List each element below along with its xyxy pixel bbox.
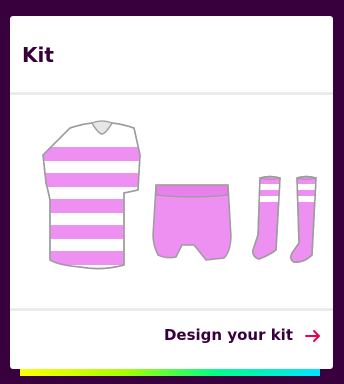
- shirt-graphic: [42, 120, 141, 270]
- card-header: Kit: [10, 16, 333, 92]
- design-your-kit-label: Design your kit: [163, 326, 293, 344]
- socks-graphic: [252, 175, 317, 263]
- gradient-accent-bar: [20, 369, 320, 376]
- card-footer: Design your kit: [10, 311, 333, 361]
- design-your-kit-link[interactable]: Design your kit: [164, 325, 321, 345]
- kit-preview: [10, 95, 333, 308]
- shorts-graphic: [152, 184, 232, 261]
- arrow-right-icon: [305, 328, 321, 342]
- kit-illustration: [42, 120, 317, 270]
- kit-card: Kit Design your kit: [10, 16, 333, 369]
- card-title: Kit: [22, 43, 54, 67]
